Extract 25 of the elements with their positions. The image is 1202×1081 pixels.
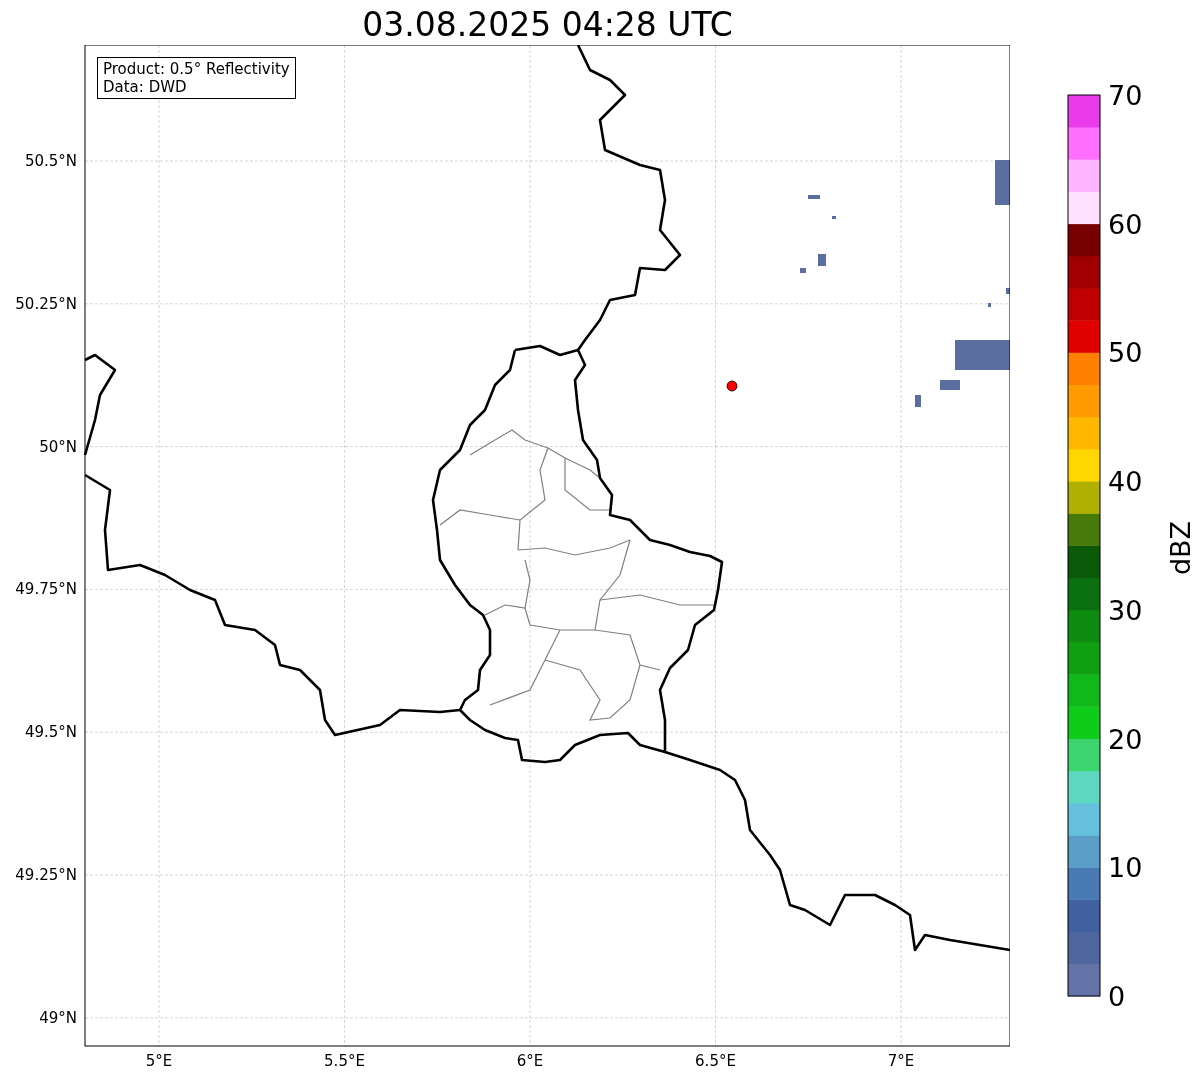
latitude-label: 49.5°N (24, 723, 77, 742)
colorbar-tick-label: 10 (1108, 852, 1143, 884)
colorbar-tick-label: 50 (1108, 337, 1143, 369)
info-text: Data: DWD (103, 78, 188, 96)
colorbar-tick-label: 30 (1108, 594, 1143, 626)
colorbar-tick-label: 40 (1108, 466, 1143, 498)
latitude-label: 50.5°N (24, 152, 77, 170)
colorbar-tick-label: 70 (1108, 80, 1143, 111)
map-title: 03.08.2025 04:28 UTC (362, 5, 733, 45)
latitude-label: 49.25°N (15, 866, 77, 884)
latitude-label: 50.25°N (15, 294, 77, 313)
colorbar-label: dBZ (1165, 520, 1196, 576)
longitude-label: 7°E (887, 1052, 915, 1070)
colorbar-tick-label: 0 (1108, 981, 1126, 1012)
station-marker-icon (726, 380, 738, 392)
latitude-label: 49°N (39, 1008, 77, 1027)
info-text: Product: 0.5° Reflectivity (103, 60, 290, 78)
longitude-label: 5.5°E (324, 1052, 365, 1070)
latitude-label: 49.75°N (15, 580, 77, 599)
colorbar-tick-label: 60 (1108, 208, 1143, 240)
latitude-label: 50°N (39, 437, 77, 456)
colorbar-tick-label: 20 (1108, 723, 1143, 755)
longitude-label: 6°E (516, 1052, 544, 1070)
longitude-label: 6.5°E (695, 1052, 736, 1070)
longitude-label: 5°E (145, 1052, 173, 1070)
